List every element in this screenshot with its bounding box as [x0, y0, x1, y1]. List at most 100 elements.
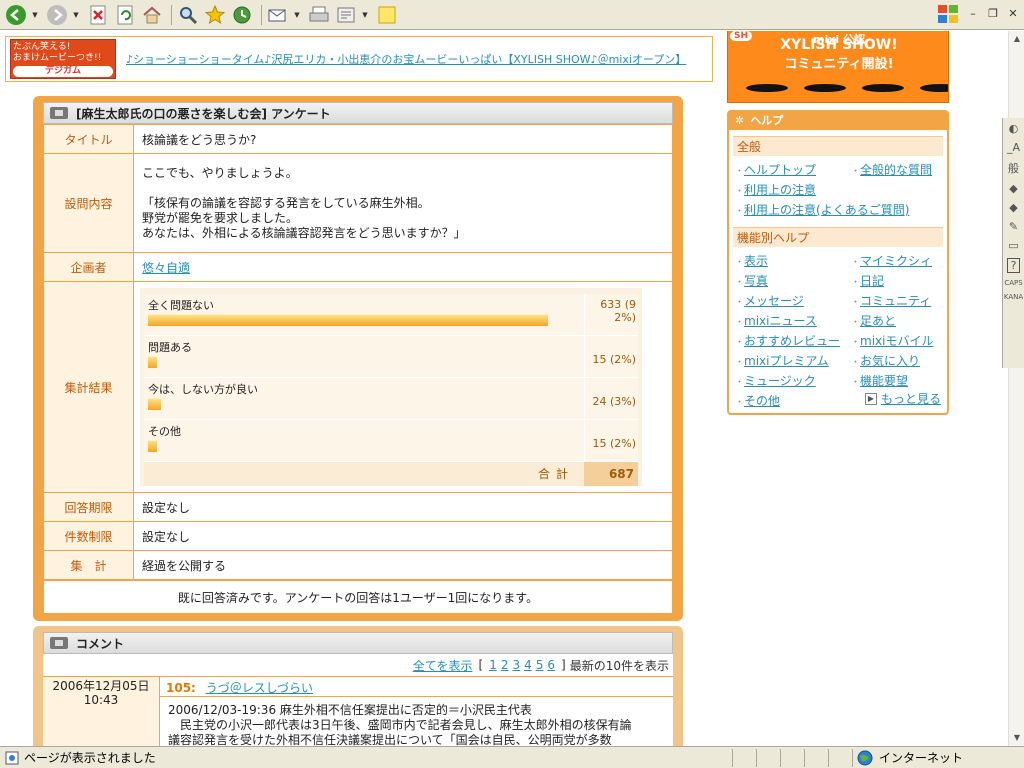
survey-header: [麻生太郎氏の口の悪さを楽しむ会] アンケート — [43, 102, 673, 124]
help-link-news[interactable]: mixiニュース — [744, 314, 817, 328]
scroll-down-icon[interactable]: ▼ — [1009, 730, 1024, 746]
page-link-6[interactable]: 6 — [547, 658, 555, 672]
ime-a-icon[interactable]: _A — [1007, 141, 1020, 154]
result-row: 問題ある 15 (2%) — [144, 336, 638, 378]
comment-date-time: 10:43 — [83, 693, 119, 707]
security-zone: インターネット — [852, 748, 1016, 767]
scroll-up-icon[interactable]: ▲ — [1009, 31, 1024, 47]
forward-dropdown-icon[interactable]: ▼ — [72, 3, 80, 27]
help-item: コミュニティ — [851, 292, 947, 309]
page-link-1[interactable]: 1 — [489, 658, 497, 672]
ime-general-label[interactable]: 般 — [1008, 160, 1019, 176]
comment-body: 105: うづ＠レスしづらい 2006/12/03-19:36 麻生外相不信任案… — [160, 677, 673, 754]
status-bar: ページが表示されました インターネット — [0, 746, 1024, 768]
help-link-review[interactable]: おすすめレビュー — [744, 334, 840, 348]
history-icon — [233, 6, 251, 23]
help-link-community[interactable]: コミュニティ — [860, 294, 931, 308]
help-item: 利用上の注意 — [735, 181, 945, 198]
result-count-part: 633 (9 — [600, 298, 636, 311]
comment-header-title: コメント — [76, 636, 125, 651]
help-item: 全般的な質問 — [851, 161, 947, 178]
xylish-ad[interactable]: SH mixi 公認 XYLISH SHOW! コミュニティ開設! — [727, 31, 949, 103]
question-line: 「核保有の論議を容認する発言をしている麻生外相。 — [142, 195, 430, 210]
toolbar-separator — [261, 4, 262, 25]
caps-indicator: CAPS — [1004, 279, 1023, 287]
help-link-general-faq[interactable]: 全般的な質問 — [860, 163, 932, 177]
search-button[interactable] — [176, 3, 200, 27]
comment-date: 2006年12月05日 10:43 — [43, 677, 160, 749]
ime-tool-icon[interactable]: ◆ — [1009, 201, 1017, 214]
comment-author-link[interactable]: うづ＠レスしづらい — [206, 681, 313, 695]
help-item: mixiニュース — [735, 312, 851, 329]
minimize-button[interactable]: – — [966, 7, 980, 21]
result-option-label: 全く問題ない — [148, 299, 214, 312]
search-icon — [180, 6, 198, 24]
help-link-top[interactable]: ヘルプトップ — [744, 163, 816, 177]
history-button[interactable] — [230, 3, 254, 27]
restore-button[interactable]: ❐ — [986, 7, 1000, 21]
ime-help-icon[interactable]: ? — [1006, 258, 1021, 273]
comment-number: 105: — [166, 681, 196, 695]
result-bar — [148, 440, 157, 452]
home-button[interactable] — [140, 3, 164, 27]
tally-value: 経過を公開する — [133, 550, 673, 580]
planner-link[interactable]: 悠々自適 — [142, 261, 190, 275]
help-link-music[interactable]: ミュージック — [744, 374, 816, 388]
help-link-diary[interactable]: 日記 — [860, 274, 884, 288]
banner-link[interactable]: ♪ショーショーショータイム♪沢尻エリカ・小出恵介のお宝ムービーいっぱい【XYLI… — [126, 51, 686, 67]
comment-item: 2006年12月05日 10:43 105: うづ＠レスしづらい 2006/12… — [43, 676, 673, 754]
help-link-footprints[interactable]: 足あと — [860, 314, 896, 328]
help-more-link[interactable]: もっと見る — [881, 390, 941, 407]
result-count-part: 24 (3%) — [592, 395, 636, 408]
back-button[interactable] — [4, 3, 28, 27]
forward-arrow-icon — [47, 4, 67, 25]
question-line: ここでも、やりましょうよ。 — [142, 165, 298, 180]
help-link-favorites[interactable]: お気に入り — [860, 354, 920, 368]
question-line — [142, 181, 664, 196]
help-link-mymixi[interactable]: マイミクシィ — [860, 254, 932, 268]
pen-icon[interactable]: ✎ — [1009, 220, 1018, 233]
mail-button[interactable] — [266, 3, 290, 27]
help-link-terms[interactable]: 利用上の注意 — [744, 183, 816, 197]
ad-decoration — [746, 84, 948, 92]
edit-dropdown-icon[interactable]: ▼ — [361, 3, 369, 27]
page-status-icon — [4, 750, 20, 766]
print-button[interactable] — [307, 3, 331, 27]
deadline-label: 回答期限 — [43, 492, 134, 522]
help-link-display[interactable]: 表示 — [744, 254, 768, 268]
help-item: 機能要望 — [851, 372, 947, 389]
close-button[interactable]: ✕ — [1006, 7, 1020, 21]
ime-mode-icon[interactable]: ◐ — [1009, 122, 1019, 135]
page-link-5[interactable]: 5 — [536, 658, 544, 672]
back-dropdown-icon[interactable]: ▼ — [31, 3, 39, 27]
page-link-2[interactable]: 2 — [501, 658, 509, 672]
page-link-4[interactable]: 4 — [524, 658, 532, 672]
favorites-button[interactable] — [203, 3, 227, 27]
ime-tool-icon[interactable]: ◆ — [1009, 182, 1017, 195]
help-link-message[interactable]: メッセージ — [744, 294, 804, 308]
edit-button[interactable] — [334, 3, 358, 27]
kana-indicator: KANA — [1003, 293, 1024, 301]
panel-header-icon — [50, 107, 68, 119]
help-link-photo[interactable]: 写真 — [744, 274, 768, 288]
comment-pagination: 全てを表示 [ 1 2 3 4 5 6 ] 最新の10件を表示 — [43, 654, 673, 676]
banner-ad-image[interactable]: たぶん笑える! おまけムービーつき!! デジガム — [10, 39, 116, 79]
help-general-title: 全般 — [733, 136, 943, 156]
status-segment — [756, 748, 780, 767]
star-icon — [205, 4, 225, 24]
refresh-button[interactable] — [113, 3, 137, 27]
help-link-premium[interactable]: mixiプレミアム — [744, 354, 829, 368]
help-link-terms-faq[interactable]: 利用上の注意(よくあるご質問) — [744, 203, 909, 217]
help-link-requests[interactable]: 機能要望 — [860, 374, 908, 388]
page-link-3[interactable]: 3 — [512, 658, 520, 672]
result-bar — [148, 398, 161, 410]
keyboard-icon[interactable]: ▭ — [1008, 239, 1018, 252]
help-link-mobile[interactable]: mixiモバイル — [860, 334, 933, 348]
stop-button[interactable] — [86, 3, 110, 27]
forward-button[interactable] — [45, 3, 69, 27]
help-link-other[interactable]: その他 — [744, 394, 780, 408]
mail-dropdown-icon[interactable]: ▼ — [293, 3, 301, 27]
show-all-link[interactable]: 全てを表示 — [413, 657, 473, 674]
notes-button[interactable] — [375, 3, 399, 27]
help-general-list: 利用上の注意 利用上の注意(よくあるご質問) — [729, 181, 947, 221]
